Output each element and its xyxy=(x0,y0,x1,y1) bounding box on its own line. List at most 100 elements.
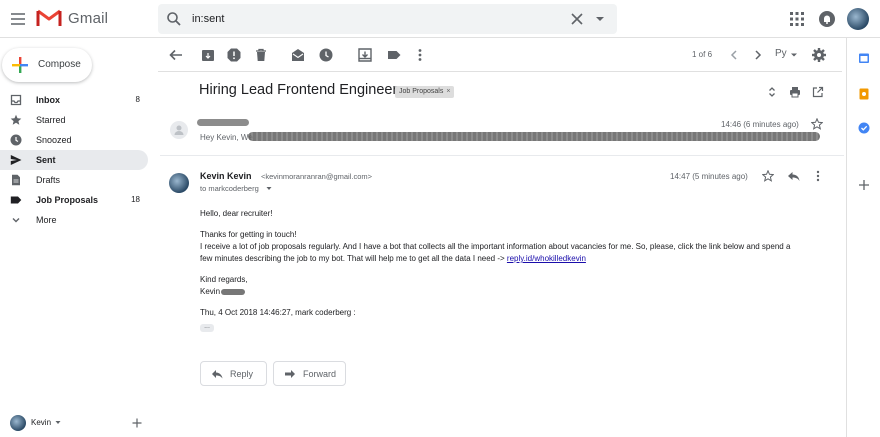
chevron-left-icon[interactable] xyxy=(726,47,742,63)
sidebar-item-snoozed[interactable]: Snoozed xyxy=(0,130,148,150)
body-greeting: Hello, dear recruiter! xyxy=(200,209,273,218)
reply-icon[interactable] xyxy=(787,170,800,182)
label-chip[interactable]: Job Proposals × xyxy=(395,86,455,98)
move-to-icon[interactable] xyxy=(357,47,373,63)
gmail-logo-icon[interactable] xyxy=(36,8,62,28)
side-panel xyxy=(846,38,880,437)
message-snippet: Hey Kevin, We xyxy=(200,133,253,142)
unread-count: 8 xyxy=(135,95,140,104)
sender-name: Kevin Kevin xyxy=(200,171,252,181)
redacted-surname xyxy=(221,288,246,295)
avatar xyxy=(10,415,26,431)
recipient-line: to markcoderberg xyxy=(200,184,259,193)
star-icon[interactable] xyxy=(811,118,823,130)
label-icon xyxy=(10,194,22,206)
add-addon-icon[interactable] xyxy=(858,179,870,191)
sidebar: Compose Inbox 8 Starred Snoozed Sent Dra… xyxy=(0,38,158,437)
sidebar-item-label: Sent xyxy=(36,155,56,165)
bot-link[interactable]: reply.id/whokilledkevin xyxy=(507,254,586,263)
forward-button[interactable]: Forward xyxy=(273,361,346,386)
expand-all-icon[interactable] xyxy=(766,86,778,98)
back-arrow-icon[interactable] xyxy=(168,47,184,63)
expanded-message: Kevin Kevin <kevinmoranranran@gmail.com>… xyxy=(160,160,844,437)
top-bar: Gmail xyxy=(0,0,880,38)
sidebar-item-label: Snoozed xyxy=(36,135,72,145)
reply-label: Reply xyxy=(230,369,254,379)
labels-icon[interactable] xyxy=(386,47,402,63)
apps-grid-icon[interactable] xyxy=(789,11,805,27)
sender-email: <kevinmoranranran@gmail.com> xyxy=(261,172,372,181)
inbox-icon xyxy=(10,94,22,106)
clear-search-icon[interactable] xyxy=(570,12,584,26)
calendar-icon[interactable] xyxy=(858,52,870,64)
sidebar-item-label: Starred xyxy=(36,115,66,125)
collapsed-message[interactable]: Hey Kevin, We 14:46 (6 minutes ago) xyxy=(160,108,844,156)
sender-avatar[interactable] xyxy=(169,173,189,193)
settings-gear-icon[interactable] xyxy=(811,47,827,63)
compose-label: Compose xyxy=(38,59,81,70)
sidebar-item-drafts[interactable]: Drafts xyxy=(0,170,148,190)
body-regards: Kind regards, xyxy=(200,275,248,284)
chevron-down-icon xyxy=(10,214,22,226)
redacted-sender xyxy=(197,119,249,126)
sidebar-item-job-proposals[interactable]: Job Proposals 18 xyxy=(0,190,148,210)
open-new-window-icon[interactable] xyxy=(812,86,824,98)
account-avatar[interactable] xyxy=(847,8,869,30)
app-name: Gmail xyxy=(68,10,109,27)
label-chip-text: Job Proposals xyxy=(399,88,444,95)
snooze-icon[interactable] xyxy=(318,47,334,63)
search-icon[interactable] xyxy=(166,11,182,27)
reply-button[interactable]: Reply xyxy=(200,361,267,386)
delete-icon[interactable] xyxy=(253,47,269,63)
mark-unread-icon[interactable] xyxy=(290,47,306,63)
main-menu-icon[interactable] xyxy=(8,9,28,29)
input-tools-language[interactable]: Ру xyxy=(775,48,787,59)
sidebar-item-starred[interactable]: Starred xyxy=(0,110,148,130)
caret-down-icon[interactable] xyxy=(790,51,798,59)
star-icon[interactable] xyxy=(762,170,774,182)
search-options-icon[interactable] xyxy=(594,14,606,24)
body-signature: Kevin xyxy=(200,286,246,298)
show-details-icon[interactable] xyxy=(266,186,272,191)
signature-name: Kevin xyxy=(200,287,221,296)
hangouts-user[interactable]: Kevin xyxy=(10,414,150,432)
compose-button[interactable]: Compose xyxy=(2,48,92,82)
forward-label: Forward xyxy=(303,369,337,379)
remove-label-icon[interactable]: × xyxy=(446,88,450,95)
notifications-icon[interactable] xyxy=(818,10,836,28)
sidebar-item-label: More xyxy=(36,215,57,225)
send-icon xyxy=(10,154,22,166)
sidebar-item-inbox[interactable]: Inbox 8 xyxy=(0,90,148,110)
tasks-icon[interactable] xyxy=(858,122,870,134)
sidebar-item-label: Inbox xyxy=(36,95,60,105)
redacted-snippet xyxy=(248,132,820,141)
body-paragraph: Thanks for getting in touch! xyxy=(200,230,297,239)
message-time: 14:47 (5 minutes ago) xyxy=(670,172,748,181)
unread-count: 18 xyxy=(131,195,140,204)
report-spam-icon[interactable] xyxy=(226,47,242,63)
body-paragraph-with-link: few minutes describing the job to my bot… xyxy=(200,253,586,265)
search-bar[interactable] xyxy=(158,4,617,34)
chevron-down-icon[interactable] xyxy=(55,420,61,425)
add-contact-icon[interactable] xyxy=(132,418,142,428)
sidebar-item-label: Job Proposals xyxy=(36,195,99,205)
avatar xyxy=(170,121,188,139)
more-options-icon[interactable] xyxy=(813,170,823,182)
show-trimmed-content-button[interactable]: ... xyxy=(200,323,214,332)
keep-icon[interactable] xyxy=(858,88,870,100)
thread-subject: Hiring Lead Frontend Engineer xyxy=(199,82,398,98)
plus-icon xyxy=(11,56,29,74)
message-time: 14:46 (6 minutes ago) xyxy=(721,120,799,129)
body-paragraph: I receive a lot of job proposals regular… xyxy=(200,242,791,251)
message-toolbar: 1 of 6 Ру xyxy=(158,38,842,72)
reply-icon xyxy=(211,369,223,379)
search-input[interactable] xyxy=(192,11,552,27)
more-options-icon[interactable] xyxy=(412,47,428,63)
print-icon[interactable] xyxy=(789,86,801,98)
chevron-right-icon[interactable] xyxy=(750,47,766,63)
sidebar-item-more[interactable]: More xyxy=(0,210,148,230)
sidebar-item-sent[interactable]: Sent xyxy=(0,150,148,170)
archive-icon[interactable] xyxy=(200,47,216,63)
user-name: Kevin xyxy=(31,418,52,427)
quoted-header: Thu, 4 Oct 2018 14:46:27, mark coderberg… xyxy=(200,308,356,317)
